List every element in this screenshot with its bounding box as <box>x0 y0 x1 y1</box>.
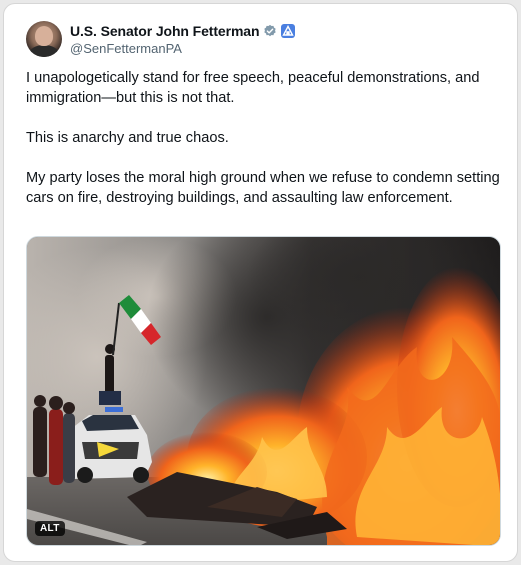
avatar-head <box>35 26 53 46</box>
author-handle[interactable]: @SenFettermanPA <box>70 41 295 56</box>
tweet-paragraph: This is anarchy and true chaos. <box>26 130 229 146</box>
avatar-shirt <box>29 45 59 57</box>
burning-street-photo <box>27 237 500 545</box>
tweet-paragraph: I unapologetically stand for free speech… <box>26 70 480 106</box>
tweet-body: I unapologetically stand for free speech… <box>26 68 501 208</box>
author-avatar[interactable] <box>26 21 62 57</box>
alt-text-button[interactable]: ALT <box>35 521 65 536</box>
verified-badge-icon <box>263 24 277 38</box>
tweet-media-image[interactable]: ALT <box>26 236 501 546</box>
author-name-row: U.S. Senator John Fetterman <box>70 23 296 39</box>
tweet-paragraph: My party loses the moral high ground whe… <box>26 170 500 206</box>
author-display-name[interactable]: U.S. Senator John Fetterman <box>70 23 260 39</box>
government-affiliation-icon <box>281 23 296 38</box>
tweet-card: U.S. Senator John Fetterman @SenFetterma… <box>3 3 518 562</box>
author-info: U.S. Senator John Fetterman @SenFetterma… <box>70 23 296 56</box>
tweet-header: U.S. Senator John Fetterman @SenFetterma… <box>26 19 296 59</box>
